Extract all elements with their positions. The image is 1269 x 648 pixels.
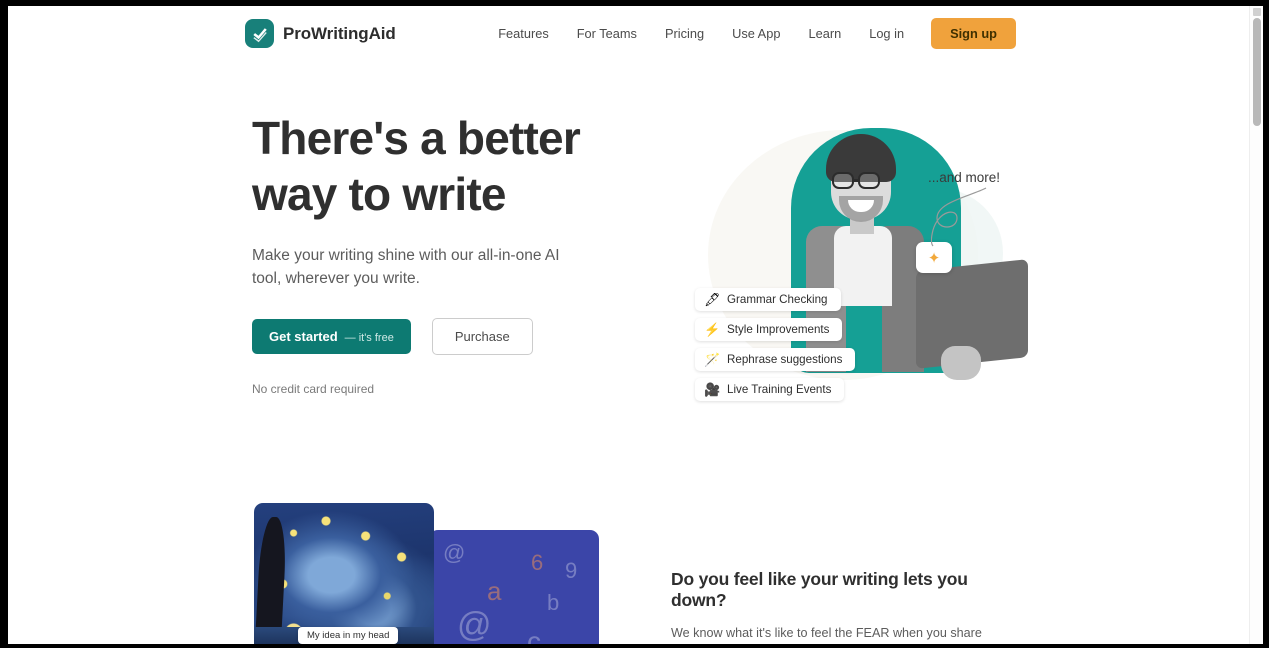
brand-logo-link[interactable]: ProWritingAid [245, 19, 396, 48]
doodle-swirl: c [527, 626, 541, 645]
nav-link-log-in[interactable]: Log in [855, 20, 918, 47]
prowritingaid-logo-icon [245, 19, 274, 48]
hero-illustration: ✦ ...and more! 🖋 Grammar Checking ⚡ Styl… [673, 108, 1036, 448]
and-more-callout: ...and more! [928, 170, 1001, 185]
doodle-swirl: 6 [531, 550, 544, 575]
scrollbar-thumb[interactable] [1253, 18, 1261, 126]
doodle-swirl: @ [457, 606, 492, 644]
get-started-sublabel: — it's free [344, 332, 394, 344]
doodle-swirl: b [547, 590, 560, 615]
glasses-left-lens [832, 172, 854, 189]
hero-title: There's a better way to write [252, 112, 581, 220]
feature-chip-rephrase-suggestions[interactable]: 🪄 Rephrase suggestions [695, 348, 856, 371]
browser-window: ProWritingAid Features For Teams Pricing… [0, 0, 1269, 648]
get-started-label: Get started [269, 329, 338, 344]
nav-link-for-teams[interactable]: For Teams [563, 20, 651, 47]
webpage-content: ProWritingAid Features For Teams Pricing… [8, 6, 1249, 644]
glasses-bridge [854, 179, 860, 182]
hero-section: There's a better way to write Make your … [8, 62, 1249, 482]
feature-chip-list: 🖋 Grammar Checking ⚡ Style Improvements … [695, 288, 856, 401]
magic-wand-icon: 🪄 [704, 352, 721, 367]
hand [941, 346, 981, 380]
feature-chip-label: Rephrase suggestions [727, 353, 843, 366]
section-two-body: We know what it's like to feel the FEAR … [671, 626, 982, 640]
nav-link-features[interactable]: Features [484, 20, 563, 47]
section-two-title: Do you feel like your writing lets you d… [671, 569, 968, 610]
feature-chip-label: Live Training Events [727, 383, 832, 396]
hero-subtitle: Make your writing shine with our all-in-… [252, 247, 560, 287]
site-header: ProWritingAid Features For Teams Pricing… [8, 6, 1249, 62]
scroll-up-arrow-icon[interactable] [1253, 8, 1261, 16]
sign-up-button[interactable]: Sign up [931, 18, 1016, 49]
doodle-swirl: a [487, 576, 502, 606]
nav-link-learn[interactable]: Learn [794, 20, 855, 47]
doodle-swirl: @ [443, 540, 466, 565]
video-camera-icon: 🎥 [704, 382, 721, 397]
nav-link-use-app[interactable]: Use App [718, 20, 794, 47]
cypress-tree [254, 517, 288, 644]
hero-cta-group: Get started — it's free Purchase [252, 318, 652, 355]
feature-chip-live-training-events[interactable]: 🎥 Live Training Events [695, 378, 845, 401]
doodle-artwork: @ 6 9 a b @ c [429, 530, 599, 644]
main-navigation: Features For Teams Pricing Use App Learn… [484, 18, 1016, 49]
pen-icon: 🖋 [704, 292, 721, 307]
starry-night-image: My idea in my head [254, 503, 434, 644]
get-started-button[interactable]: Get started — it's free [252, 319, 411, 354]
image-caption: My idea in my head [298, 627, 399, 644]
feature-chip-label: Grammar Checking [727, 293, 828, 306]
purchase-button[interactable]: Purchase [431, 318, 533, 355]
hero-copy: There's a better way to write Make your … [252, 110, 652, 396]
vertical-scrollbar[interactable] [1249, 6, 1263, 644]
writing-lets-you-down-section: @ 6 9 a b @ c My idea in my head Do you … [8, 482, 1249, 644]
section-two-copy: Do you feel like your writing lets you d… [671, 569, 1021, 644]
feature-chip-grammar-checking[interactable]: 🖋 Grammar Checking [695, 288, 841, 311]
callout-curve-icon [931, 187, 987, 247]
glasses-right-lens [858, 172, 880, 189]
feature-chip-style-improvements[interactable]: ⚡ Style Improvements [695, 318, 843, 341]
nav-link-pricing[interactable]: Pricing [651, 20, 718, 47]
feature-chip-label: Style Improvements [727, 323, 830, 336]
lightning-icon: ⚡ [704, 322, 721, 337]
page-viewport: ProWritingAid Features For Teams Pricing… [8, 6, 1263, 644]
brand-name: ProWritingAid [283, 23, 396, 43]
no-credit-card-note: No credit card required [252, 382, 375, 396]
doodle-swirl: 9 [565, 558, 578, 583]
